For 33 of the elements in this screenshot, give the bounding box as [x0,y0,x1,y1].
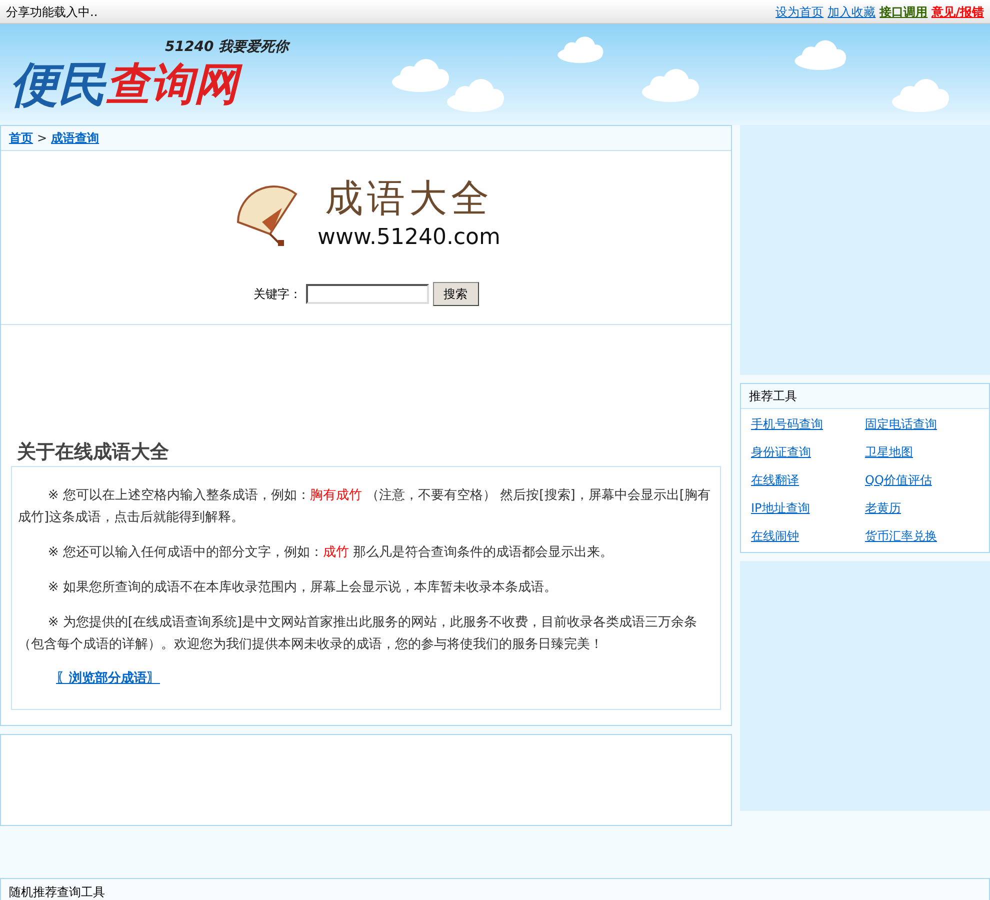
breadcrumb-link[interactable]: 成语查询 [51,129,100,147]
tool-link[interactable]: 固定电话查询 [865,415,979,434]
paragraph: ※ 您还可以输入任何成语中的部分文字，例如：成竹 那么凡是符合查询条件的成语都会显示出来。 [46,544,614,562]
tool-link[interactable]: 身份证查询 [751,443,865,462]
top-link[interactable]: 设为首页 [776,2,824,20]
loading-text: 分享功能载入中.. [6,4,98,20]
recommend-title: 随机推荐查询工具 [9,884,105,898]
paragraph: ※ 如果您所查询的成语不在本库收录范围内，屏幕上会显示说，本库暂未收录本条成语。 [46,579,558,597]
keyword-label: 关键字： [254,286,302,303]
banner-title: 成语大全 [324,175,493,221]
tool-link[interactable]: 手机号码查询 [751,415,865,434]
tool-link[interactable]: 卫星地图 [865,443,979,462]
tools-title: 推荐工具 [741,384,989,409]
breadcrumb-link[interactable]: 首页 [9,129,33,147]
tool-link[interactable]: IP地址查询 [751,499,865,518]
logo-slogan: 51240 我要爱死你 [165,38,292,56]
tool-link[interactable]: 在线翻译 [751,471,865,490]
banner-url: www.51240.com [318,224,500,252]
tool-link[interactable]: 在线闹钟 [751,527,865,546]
top-link[interactable]: 意见/报错 [932,2,984,20]
paragraph: ※ 您可以在上述空格内输入整条成语，例如：胸有成竹 （注意，不要有空格） 然后按[搜索]，屏幕中会显示出[胸有成竹]这条成语，点击后就能得到解释。 [18,487,712,527]
breadcrumb-separator: > [37,130,48,147]
browse-link[interactable]: 〖浏览部分成语〗 [56,671,160,686]
top-link[interactable]: 接口调用 [880,2,928,20]
tool-link[interactable]: 货币汇率兑换 [865,527,979,546]
search-button[interactable]: 搜索 [432,282,478,306]
tool-link[interactable]: QQ价值评估 [865,471,979,490]
site-logo: 便民查询网 [10,56,293,114]
tool-link[interactable]: 老黄历 [865,499,979,518]
paragraph: ※ 为您提供的[在线成语查询系统]是中文网站首家推出此服务的网站，此服务不收费，目前收录各类成语三万余条（包含每个成语的详解）。欢迎您为我们提供本网未收录的成语，您的参与将使我们的服务日臻完美！ [18,614,698,654]
keyword-field[interactable] [306,284,428,304]
about-heading: 关于在线成语大全 [16,440,170,465]
top-link[interactable]: 加入收藏 [828,2,876,20]
